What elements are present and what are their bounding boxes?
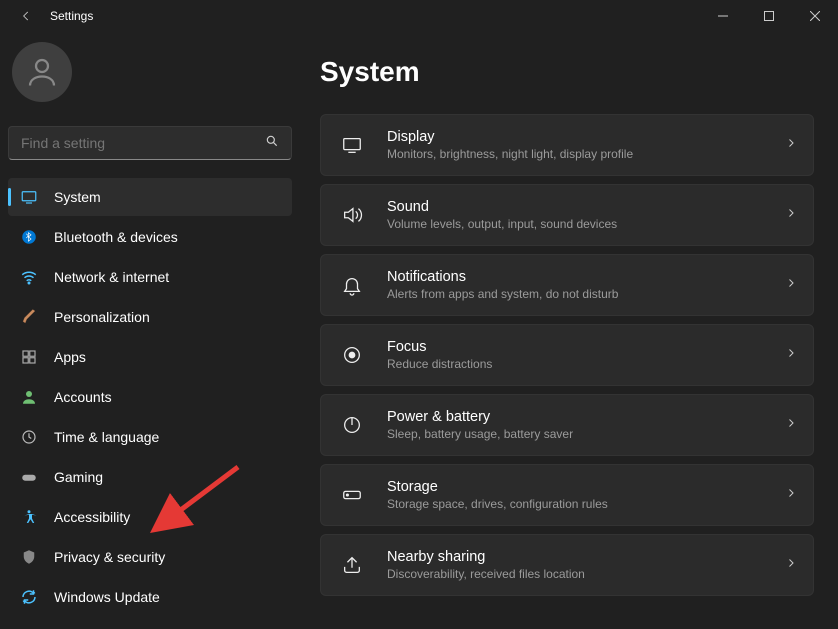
sidebar-item-update[interactable]: Windows Update	[8, 578, 292, 616]
main-content: System Display Monitors, brightness, nig…	[300, 32, 838, 629]
card-title: Display	[387, 129, 785, 145]
update-icon	[18, 588, 40, 606]
window-title: Settings	[50, 9, 93, 23]
bell-icon	[337, 274, 367, 296]
sidebar-item-label: Accounts	[54, 389, 112, 405]
sidebar-item-personalization[interactable]: Personalization	[8, 298, 292, 336]
card-focus[interactable]: Focus Reduce distractions	[320, 324, 814, 386]
accessibility-icon	[18, 508, 40, 526]
card-sound[interactable]: Sound Volume levels, output, input, soun…	[320, 184, 814, 246]
chevron-right-icon	[785, 136, 797, 154]
card-subtitle: Storage space, drives, configuration rul…	[387, 497, 785, 511]
sidebar: System Bluetooth & devices Network & int…	[0, 32, 300, 629]
focus-icon	[337, 344, 367, 366]
titlebar: Settings	[0, 0, 838, 32]
sidebar-item-label: Windows Update	[54, 589, 160, 605]
sidebar-item-bluetooth[interactable]: Bluetooth & devices	[8, 218, 292, 256]
wifi-icon	[18, 268, 40, 286]
sound-icon	[337, 204, 367, 226]
card-nearby-sharing[interactable]: Nearby sharing Discoverability, received…	[320, 534, 814, 596]
sidebar-item-accounts[interactable]: Accounts	[8, 378, 292, 416]
back-button[interactable]	[6, 0, 46, 32]
search-icon	[265, 134, 279, 153]
search-field[interactable]	[21, 135, 265, 151]
sidebar-item-label: Bluetooth & devices	[54, 229, 178, 245]
share-icon	[337, 554, 367, 576]
avatar[interactable]	[12, 42, 72, 102]
power-icon	[337, 414, 367, 436]
sidebar-item-label: Gaming	[54, 469, 103, 485]
apps-icon	[18, 348, 40, 366]
bluetooth-icon	[18, 228, 40, 246]
chevron-right-icon	[785, 416, 797, 434]
sidebar-item-network[interactable]: Network & internet	[8, 258, 292, 296]
card-title: Focus	[387, 339, 785, 355]
chevron-right-icon	[785, 276, 797, 294]
storage-icon	[337, 484, 367, 506]
chevron-right-icon	[785, 486, 797, 504]
sidebar-item-time[interactable]: Time & language	[8, 418, 292, 456]
clock-globe-icon	[18, 428, 40, 446]
shield-icon	[18, 548, 40, 566]
card-subtitle: Sleep, battery usage, battery saver	[387, 427, 785, 441]
card-subtitle: Discoverability, received files location	[387, 567, 785, 581]
sidebar-item-label: Accessibility	[54, 509, 130, 525]
sidebar-item-label: Personalization	[54, 309, 150, 325]
card-storage[interactable]: Storage Storage space, drives, configura…	[320, 464, 814, 526]
card-subtitle: Volume levels, output, input, sound devi…	[387, 217, 785, 231]
card-power[interactable]: Power & battery Sleep, battery usage, ba…	[320, 394, 814, 456]
sidebar-item-system[interactable]: System	[8, 178, 292, 216]
sidebar-item-gaming[interactable]: Gaming	[8, 458, 292, 496]
card-subtitle: Alerts from apps and system, do not dist…	[387, 287, 785, 301]
search-input[interactable]	[8, 126, 292, 160]
sidebar-item-label: Privacy & security	[54, 549, 165, 565]
card-title: Nearby sharing	[387, 549, 785, 565]
card-subtitle: Reduce distractions	[387, 357, 785, 371]
nav: System Bluetooth & devices Network & int…	[8, 178, 292, 616]
brush-icon	[18, 308, 40, 326]
chevron-right-icon	[785, 206, 797, 224]
sidebar-item-label: Network & internet	[54, 269, 169, 285]
close-button[interactable]	[792, 0, 838, 32]
card-title: Power & battery	[387, 409, 785, 425]
card-notifications[interactable]: Notifications Alerts from apps and syste…	[320, 254, 814, 316]
maximize-button[interactable]	[746, 0, 792, 32]
card-display[interactable]: Display Monitors, brightness, night ligh…	[320, 114, 814, 176]
chevron-right-icon	[785, 346, 797, 364]
card-title: Notifications	[387, 269, 785, 285]
minimize-button[interactable]	[700, 0, 746, 32]
sidebar-item-accessibility[interactable]: Accessibility	[8, 498, 292, 536]
person-icon	[18, 388, 40, 406]
card-title: Sound	[387, 199, 785, 215]
gamepad-icon	[18, 468, 40, 486]
card-title: Storage	[387, 479, 785, 495]
display-icon	[337, 134, 367, 156]
page-title: System	[320, 56, 814, 88]
chevron-right-icon	[785, 556, 797, 574]
sidebar-item-privacy[interactable]: Privacy & security	[8, 538, 292, 576]
sidebar-item-label: System	[54, 189, 101, 205]
sidebar-item-label: Apps	[54, 349, 86, 365]
card-subtitle: Monitors, brightness, night light, displ…	[387, 147, 785, 161]
sidebar-item-label: Time & language	[54, 429, 159, 445]
system-icon	[18, 188, 40, 206]
sidebar-item-apps[interactable]: Apps	[8, 338, 292, 376]
